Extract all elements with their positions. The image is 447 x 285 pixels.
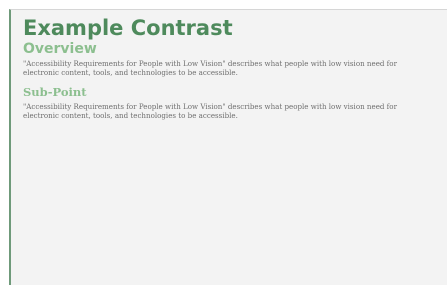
page-title: Example Contrast (23, 16, 233, 40)
screenshot-frame: Example Contrast Overview "Accessibility… (0, 0, 447, 285)
sub-point-heading: Sub-Point (23, 85, 87, 99)
content-panel: Example Contrast Overview "Accessibility… (9, 9, 447, 285)
sub-point-paragraph: "Accessibility Requirements for People w… (23, 102, 397, 120)
article: Example Contrast Overview "Accessibility… (23, 16, 435, 120)
overview-heading: Overview (23, 41, 97, 57)
overview-paragraph: "Accessibility Requirements for People w… (23, 59, 397, 77)
